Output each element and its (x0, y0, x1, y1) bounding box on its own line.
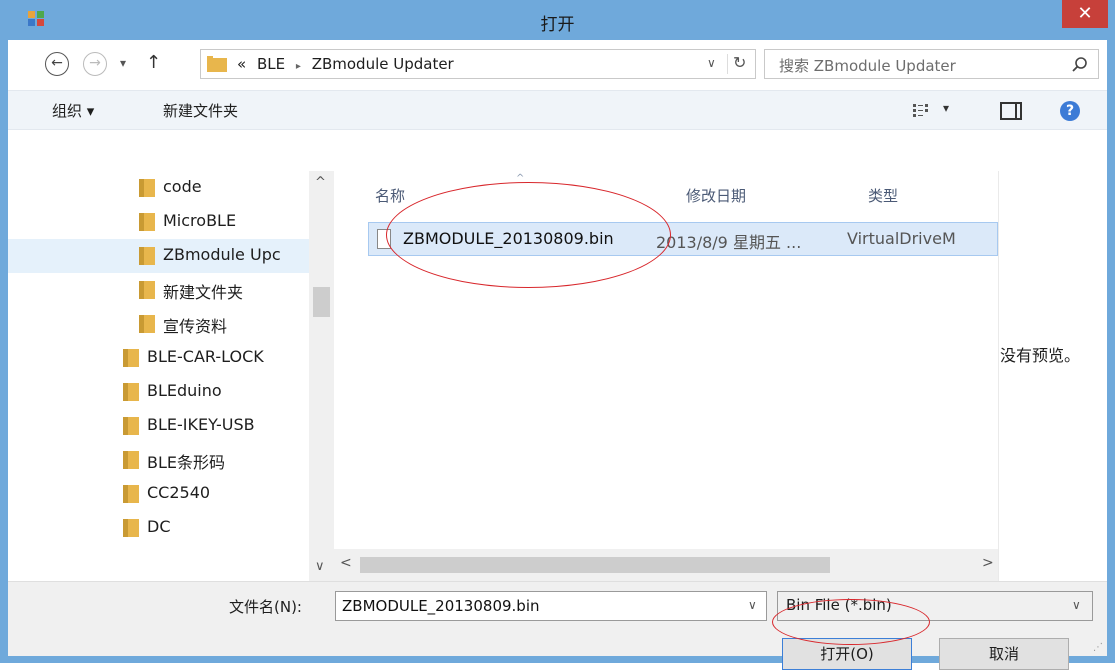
tree-item[interactable]: MicroBLE (139, 205, 309, 239)
search-input[interactable]: 搜索 ZBmodule Updater (779, 55, 956, 76)
dialog-footer: 文件名(N): ∨ Bin File (*.bin) ∨ 打开(O) 取消 ⋰ (8, 581, 1107, 670)
file-icon (377, 229, 391, 249)
window-title: 打开 (540, 15, 575, 35)
tree-item-label: ZBmodule Upc (163, 245, 281, 264)
file-name: ZBMODULE_20130809.bin (403, 229, 614, 248)
sort-ascending-icon: ^ (516, 173, 525, 184)
folder-icon (139, 213, 155, 231)
recent-locations-dropdown[interactable]: ▾ (120, 56, 126, 70)
refresh-button[interactable]: ↻ (733, 53, 746, 72)
view-options-dropdown[interactable]: ▾ (943, 101, 949, 115)
file-type-filter-value: Bin File (*.bin) (786, 596, 892, 614)
scroll-down-arrow[interactable]: ∨ (315, 559, 325, 574)
command-bar: 组织 ▾ 新建文件夹 ▾ ? (8, 90, 1107, 130)
folder-icon (123, 485, 139, 503)
tree-item-label: MicroBLE (163, 211, 237, 230)
file-list-horizontal-scrollbar[interactable]: < > (334, 549, 998, 581)
filename-label: 文件名(N): (229, 598, 302, 616)
tree-item-label: BLE条形码 (147, 453, 226, 472)
column-header-modified[interactable]: 修改日期 (686, 185, 746, 206)
preview-pane: 没有预览。 (998, 171, 1107, 581)
file-modified: 2013/8/9 星期五 ... (656, 233, 802, 252)
address-bar[interactable]: « BLE ▸ ZBmodule Updater ∨ ↻ (200, 49, 756, 79)
breadcrumb: « BLE ▸ ZBmodule Updater (237, 55, 460, 73)
open-file-dialog: 打开 ✕ ← → ▾ ↑ « BLE ▸ ZBmodule Updater ∨ (0, 0, 1115, 670)
folder-icon (139, 315, 155, 333)
tree-item[interactable]: ZBmodule Upc (8, 239, 309, 273)
filename-combobox[interactable]: ∨ (335, 591, 767, 621)
tree-item-label: DC (147, 517, 171, 536)
tree-item[interactable]: DC (123, 511, 309, 545)
tree-item[interactable]: CC2540 (123, 477, 309, 511)
file-type: VirtualDriveM (847, 229, 956, 248)
tree-item[interactable]: BLE-IKEY-USB (123, 409, 309, 443)
preview-pane-icon[interactable] (1000, 102, 1022, 120)
filename-input[interactable] (342, 595, 732, 617)
tree-item-label: BLE-CAR-LOCK (147, 347, 264, 366)
column-header-name[interactable]: 名称 (375, 185, 405, 206)
tree-item-label: CC2540 (147, 483, 211, 502)
divider (727, 54, 728, 74)
tree-item[interactable]: BLE-CAR-LOCK (123, 341, 309, 375)
tree-item[interactable]: code (139, 171, 309, 205)
tree-item-label: BLEduino (147, 381, 222, 400)
dialog-client: ← → ▾ ↑ « BLE ▸ ZBmodule Updater ∨ ↻ 搜索 (8, 40, 1107, 670)
back-button[interactable]: ← (45, 52, 69, 76)
folder-icon (139, 179, 155, 197)
folder-icon (139, 281, 155, 299)
tree-item-label: code (163, 177, 202, 196)
navigation-pane: code MicroBLE ZBmodule Upc 新建文件夹宣传资料 BLE-CAR… (8, 171, 334, 581)
search-icon[interactable] (1071, 56, 1089, 74)
file-list: 名称 ^ 修改日期 类型 ZBMODULE_20130809.bin 2013/… (342, 171, 998, 549)
tree-item-label: 新建文件夹 (163, 283, 244, 302)
open-button[interactable]: 打开(O) (782, 638, 912, 670)
cancel-button[interactable]: 取消 (939, 638, 1069, 670)
scroll-up-arrow[interactable]: ^ (315, 175, 326, 190)
search-box[interactable]: 搜索 ZBmodule Updater (764, 49, 1099, 79)
scrollbar-thumb[interactable] (313, 287, 330, 317)
folder-icon (123, 519, 139, 537)
up-button[interactable]: ↑ (146, 52, 161, 73)
tree-item[interactable]: BLE条形码 (123, 443, 309, 477)
folder-icon (123, 417, 139, 435)
tree-item[interactable]: BLEduino (123, 375, 309, 409)
folder-icon (123, 383, 139, 401)
help-icon[interactable]: ? (1060, 101, 1080, 121)
navigation-pane-scrollbar[interactable]: ^ ∨ (309, 171, 334, 581)
scroll-right-arrow[interactable]: > (982, 555, 994, 571)
title-bar[interactable]: 打开 ✕ (0, 0, 1115, 40)
file-row[interactable]: ZBMODULE_20130809.bin 2013/8/9 星期五 ... V… (368, 222, 998, 256)
scrollbar-thumb[interactable] (360, 557, 830, 573)
file-type-dropdown-arrow[interactable]: ∨ (1072, 598, 1081, 612)
scroll-left-arrow[interactable]: < (340, 555, 352, 571)
file-type-filter[interactable]: Bin File (*.bin) ∨ (777, 591, 1093, 621)
breadcrumb-item-zbmodule-updater[interactable]: ZBmodule Updater (312, 55, 454, 73)
close-button[interactable]: ✕ (1062, 0, 1108, 28)
address-history-dropdown[interactable]: ∨ (707, 56, 716, 70)
no-preview-text: 没有预览。 (1000, 346, 1081, 365)
tree-item[interactable]: 宣传资料 (139, 307, 309, 341)
forward-button[interactable]: → (83, 52, 107, 76)
folder-icon (207, 56, 227, 72)
tree-item[interactable]: 新建文件夹 (139, 273, 309, 307)
breadcrumb-separator[interactable]: ▸ (296, 61, 301, 72)
navigation-bar: ← → ▾ ↑ « BLE ▸ ZBmodule Updater ∨ ↻ 搜索 (8, 40, 1107, 90)
tree-item-label: BLE-IKEY-USB (147, 415, 255, 434)
folder-icon (123, 349, 139, 367)
organize-menu[interactable]: 组织 ▾ (52, 100, 94, 121)
tree-item-label: 宣传资料 (163, 317, 228, 336)
resize-grip[interactable]: ⋰ (1093, 642, 1103, 653)
folder-icon (123, 451, 139, 469)
view-options-icon[interactable] (913, 103, 931, 119)
breadcrumb-item-ble[interactable]: BLE (257, 55, 285, 73)
breadcrumb-overflow[interactable]: « (237, 55, 246, 73)
filename-dropdown-arrow[interactable]: ∨ (748, 598, 757, 612)
new-folder-button[interactable]: 新建文件夹 (163, 100, 238, 121)
folder-icon (139, 247, 155, 265)
column-header-type[interactable]: 类型 (868, 185, 898, 206)
